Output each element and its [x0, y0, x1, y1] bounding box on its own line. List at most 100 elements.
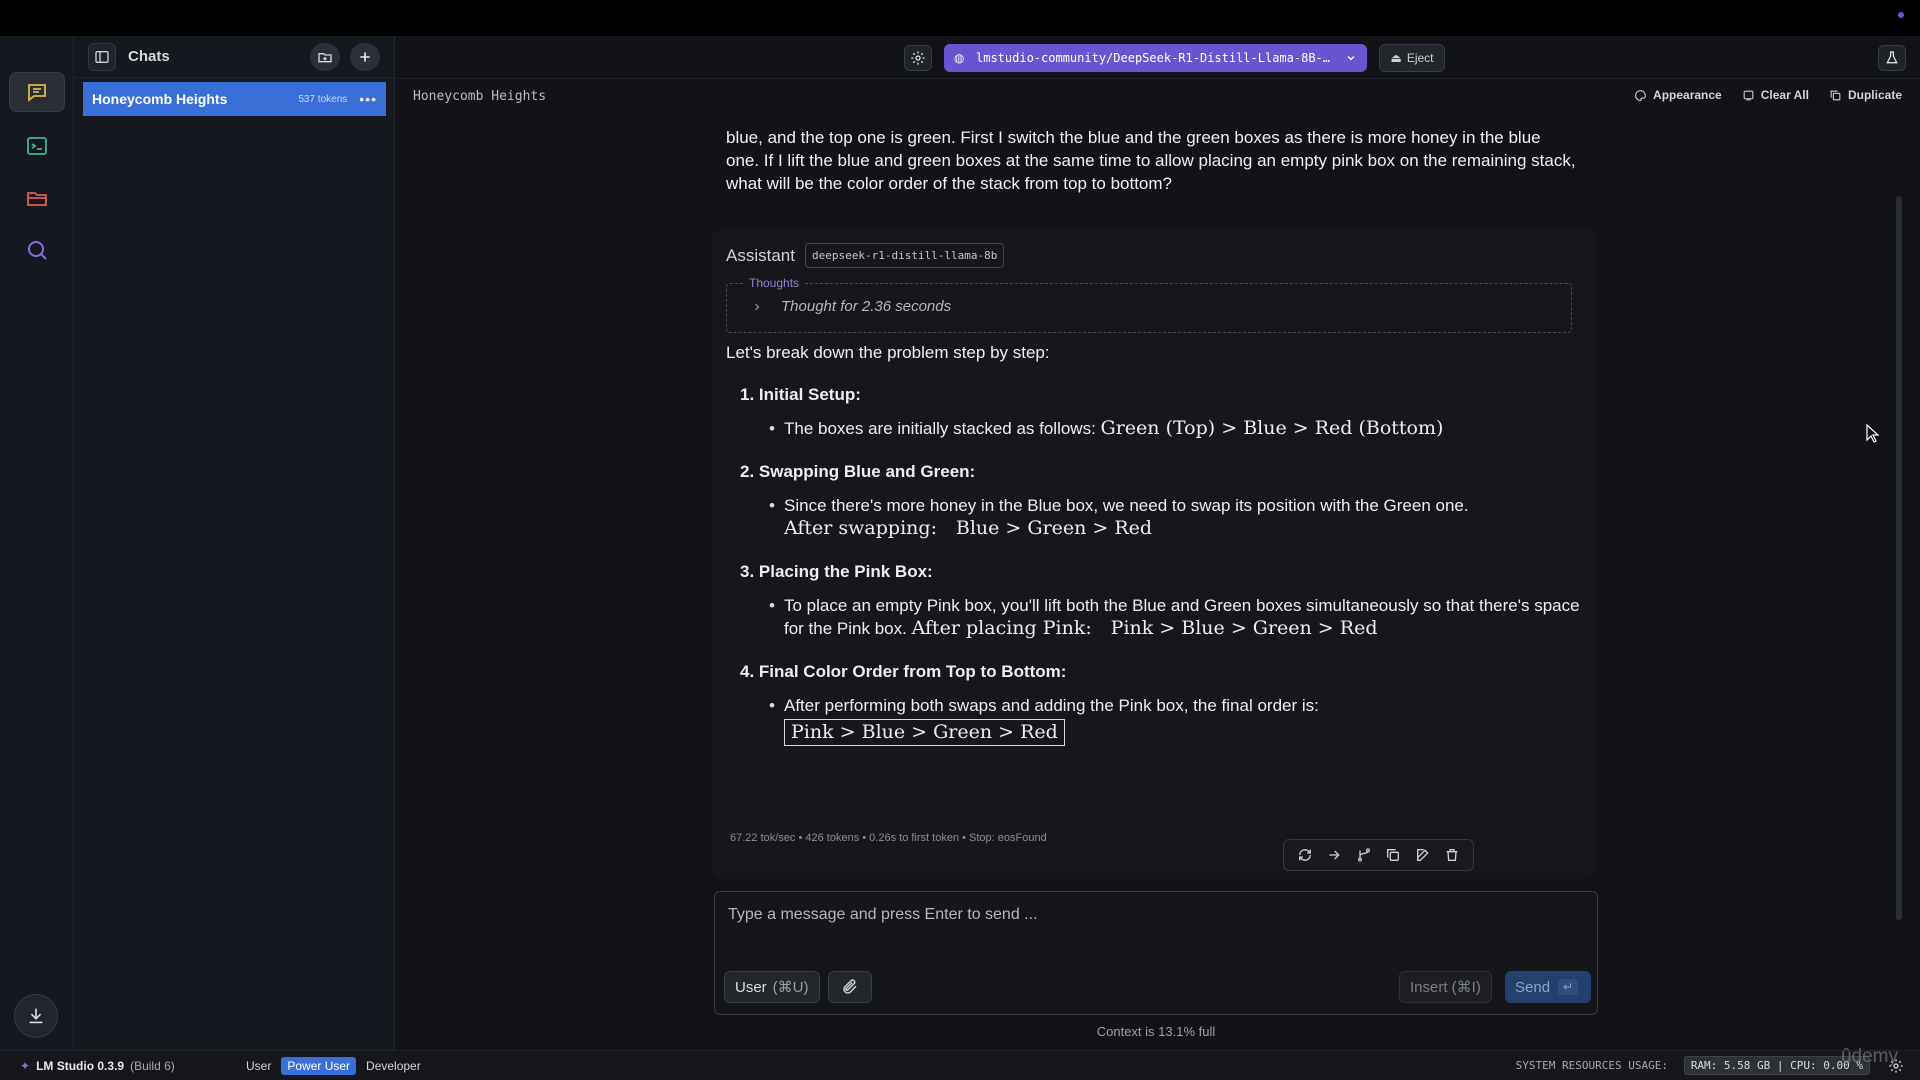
palette-icon — [1635, 89, 1646, 101]
step-text: Since there's more honey in the Blue box… — [784, 496, 1469, 515]
send-label: Send — [1515, 978, 1551, 996]
main-toolbar: ◍ lmstudio-community/DeepSeek-R1-Distill… — [396, 36, 1920, 79]
app-version: ✦ LM Studio 0.3.9 (Build 6) — [20, 1059, 175, 1073]
gear-icon — [911, 51, 925, 65]
appearance-button[interactable]: Appearance — [1634, 88, 1722, 102]
insert-label: Insert (⌘I) — [1410, 979, 1481, 996]
trash-icon[interactable] — [1444, 847, 1460, 863]
left-rail — [0, 36, 74, 1050]
step-bullet: After performing both swaps and adding t… — [769, 694, 1586, 746]
attach-button[interactable] — [828, 971, 872, 1003]
search-icon — [28, 241, 47, 260]
rail-developer-button[interactable] — [9, 126, 65, 166]
appearance-label: Appearance — [1653, 88, 1722, 102]
mode-developer[interactable]: Developer — [360, 1057, 427, 1075]
model-name: lmstudio-community/DeepSeek-R1-Distill-L… — [976, 51, 1331, 65]
eject-button[interactable]: ⏏ Eject — [1379, 44, 1445, 72]
rail-chat-button[interactable] — [9, 72, 65, 112]
thought-summary: Thought for 2.36 seconds — [781, 298, 952, 315]
continue-icon[interactable] — [1326, 847, 1342, 863]
clear-all-label: Clear All — [1760, 88, 1809, 102]
send-button[interactable]: Send ↵ — [1505, 971, 1591, 1003]
sidebar-toggle-icon — [95, 50, 109, 63]
chevron-right-icon — [755, 303, 760, 310]
generation-stats: 67.22 tok/sec • 426 tokens • 0.26s to fi… — [730, 832, 1047, 844]
chat-list-item[interactable]: Honeycomb Heights 537 tokens ••• — [83, 82, 386, 116]
new-folder-icon — [318, 53, 332, 63]
step-title: 4. Final Color Order from Top to Bottom: — [740, 662, 1067, 681]
window-titlebar — [0, 0, 1920, 36]
step-math: Blue > Green > Red — [955, 517, 1153, 539]
mode-user[interactable]: User — [240, 1057, 277, 1075]
udemy-watermark: ûdemy — [1840, 1046, 1898, 1067]
thoughts-legend: Thoughts — [743, 276, 806, 290]
resources-label: SYSTEM RESOURCES USAGE: — [1515, 1059, 1668, 1072]
mode-power-user[interactable]: Power User — [281, 1057, 357, 1075]
message-actions — [1283, 839, 1474, 871]
model-tag: deepseek-r1-distill-llama-8b — [804, 243, 1005, 268]
role-shortcut: (⌘U) — [772, 979, 809, 996]
status-bar: ✦ LM Studio 0.3.9 (Build 6) User Power U… — [0, 1050, 1920, 1080]
step-math-label: After placing Pink: — [911, 617, 1092, 639]
step-title: 2. Swapping Blue and Green: — [740, 462, 976, 481]
chat-title: Honeycomb Heights — [413, 89, 547, 104]
clear-icon — [1743, 90, 1754, 100]
answer-body: Let's break down the problem step by ste… — [726, 343, 1586, 746]
eject-label: Eject — [1406, 51, 1434, 65]
duplicate-icon — [1830, 90, 1841, 100]
mouse-cursor-icon — [1866, 424, 1880, 443]
duplicate-label: Duplicate — [1847, 88, 1902, 102]
assistant-role-label: Assistant — [726, 245, 795, 265]
step-title: 1. Initial Setup: — [740, 385, 861, 404]
new-folder-button[interactable] — [310, 43, 340, 71]
chat-item-name: Honeycomb Heights — [92, 91, 228, 107]
sidebar-header: Chats — [74, 36, 394, 78]
flask-icon — [1886, 51, 1898, 64]
chat-main: ◍ lmstudio-community/DeepSeek-R1-Distill… — [396, 36, 1920, 1050]
step-bullet: Since there's more honey in the Blue box… — [769, 494, 1586, 540]
clear-all-button[interactable]: Clear All — [1742, 88, 1809, 102]
app-logo-icon: ✦ — [20, 1059, 31, 1073]
branch-icon[interactable] — [1356, 847, 1372, 863]
message-input[interactable] — [728, 906, 1578, 924]
experimental-button[interactable] — [1878, 45, 1906, 71]
role-toggle-button[interactable]: User (⌘U) — [724, 971, 820, 1003]
role-label: User — [735, 978, 767, 996]
model-selector[interactable]: ◍ lmstudio-community/DeepSeek-R1-Distill… — [944, 44, 1367, 72]
chat-icon — [28, 84, 46, 102]
final-answer-box: Pink > Blue > Green > Red — [784, 719, 1065, 746]
chat-item-tokens: 537 tokens — [298, 93, 348, 105]
terminal-icon — [27, 137, 47, 155]
copy-icon[interactable] — [1385, 847, 1401, 863]
step-math-label: After swapping: — [784, 517, 937, 539]
edit-icon[interactable] — [1415, 847, 1431, 863]
mode-switcher: User Power User Developer — [240, 1057, 427, 1075]
message-composer: User (⌘U) Insert (⌘I) Send ↵ — [714, 891, 1598, 1015]
step-bullet: To place an empty Pink box, you'll lift … — [769, 594, 1586, 640]
chat-scrollbar[interactable] — [1896, 196, 1902, 920]
model-icon: ◍ — [954, 51, 965, 65]
user-message: blue, and the top one is green. First I … — [726, 128, 1576, 193]
duplicate-button[interactable]: Duplicate — [1829, 88, 1902, 102]
context-usage: Context is 13.1% full — [1096, 1024, 1216, 1039]
rail-search-button[interactable] — [9, 230, 65, 270]
sidebar-toggle-button[interactable] — [88, 42, 116, 71]
step-title: 3. Placing the Pink Box: — [740, 562, 933, 581]
sidebar-title: Chats — [128, 48, 170, 65]
status-dot — [1898, 12, 1904, 18]
chats-sidebar: Chats Honeycomb Heights 537 tokens ••• — [74, 36, 395, 1050]
rail-models-button[interactable] — [9, 178, 65, 218]
insert-button[interactable]: Insert (⌘I) — [1399, 971, 1492, 1003]
download-button[interactable] — [14, 994, 58, 1038]
build-number: (Build 6) — [130, 1059, 175, 1073]
folder-icon — [27, 192, 47, 206]
settings-button[interactable] — [904, 45, 932, 71]
new-chat-button[interactable] — [350, 43, 380, 71]
assistant-message: Assistant deepseek-r1-distill-llama-8b T… — [712, 229, 1596, 879]
more-options-icon[interactable]: ••• — [359, 91, 377, 107]
download-icon — [29, 1008, 43, 1024]
chevron-down-icon — [1347, 56, 1355, 61]
regenerate-icon[interactable] — [1297, 847, 1313, 863]
thoughts-panel[interactable]: Thoughts Thought for 2.36 seconds — [726, 276, 1572, 333]
plus-icon — [360, 52, 370, 62]
